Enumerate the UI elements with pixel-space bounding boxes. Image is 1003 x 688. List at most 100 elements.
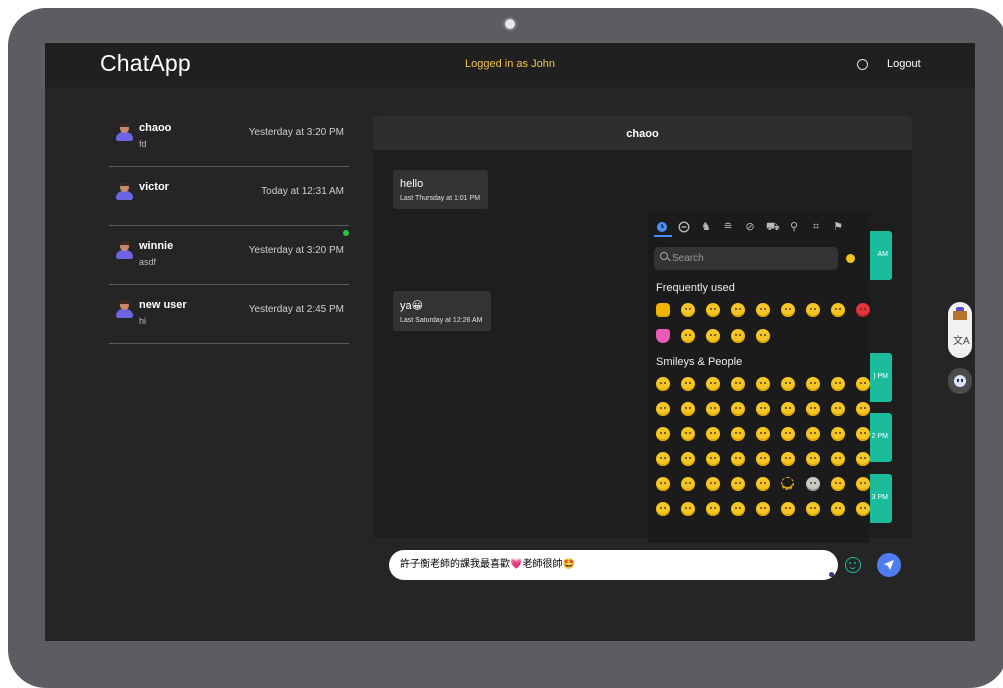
emoji[interactable] [781, 303, 795, 317]
message-text: hello [400, 178, 424, 190]
conversation-item-victor[interactable]: victor Today at 12:31 AM [109, 172, 349, 226]
emoji[interactable] [681, 477, 695, 491]
no-entry-emoji[interactable] [856, 303, 870, 317]
browser-extension-widgets: 文A [948, 302, 972, 394]
emoji[interactable] [706, 303, 720, 317]
emoji[interactable] [781, 427, 795, 441]
emoji[interactable] [731, 452, 745, 466]
emoji[interactable] [806, 502, 820, 516]
emoji[interactable] [706, 502, 720, 516]
symbols-icon[interactable]: ⌗ [810, 221, 822, 233]
emoji[interactable] [806, 402, 820, 416]
emoji[interactable] [731, 377, 745, 391]
emoji[interactable] [706, 377, 720, 391]
chat-bubble-icon[interactable] [857, 59, 868, 70]
emoji[interactable] [806, 452, 820, 466]
food-icon[interactable]: ≘ [722, 221, 734, 233]
emoji[interactable] [706, 477, 720, 491]
emoji[interactable] [856, 502, 870, 516]
emoji[interactable] [756, 502, 770, 516]
emoji[interactable] [756, 477, 770, 491]
emoji[interactable] [856, 377, 870, 391]
lightbulb-icon[interactable]: ⚲ [788, 221, 800, 233]
sent-message: 2 PM [868, 413, 892, 462]
logout-button[interactable]: Logout [887, 58, 921, 70]
emoji[interactable] [656, 427, 670, 441]
send-button[interactable] [877, 553, 901, 577]
emoji[interactable] [781, 377, 795, 391]
emoji[interactable] [831, 303, 845, 317]
emoji[interactable] [681, 402, 695, 416]
emoji[interactable] [806, 427, 820, 441]
emoji[interactable] [681, 427, 695, 441]
dotted-face-emoji[interactable] [781, 477, 794, 490]
emoji[interactable] [681, 303, 695, 317]
thumbs-up-emoji[interactable] [656, 303, 670, 317]
skin-tone-selector[interactable] [846, 254, 855, 263]
avatar [115, 182, 133, 201]
animal-icon[interactable]: ♞ [700, 221, 712, 233]
conversation-item-winnie[interactable]: winnie asdf Yesterday at 3:20 PM [109, 230, 349, 285]
emoji[interactable] [731, 329, 745, 343]
heart-emoji[interactable] [656, 329, 670, 343]
emoji[interactable] [831, 427, 845, 441]
flag-icon[interactable]: ⚑ [832, 221, 844, 233]
conversation-time: Yesterday at 2:45 PM [248, 304, 344, 315]
emoji[interactable] [831, 477, 845, 491]
emoji[interactable] [731, 303, 745, 317]
emoji[interactable] [856, 402, 870, 416]
message-input[interactable]: 許子衡老師的課我最喜歡💗老師很帥🤩 [389, 550, 838, 580]
emoji-category-tabs: ♞ ≘ ⊘ ⛟ ⚲ ⌗ ⚑ [656, 221, 866, 237]
emoji[interactable] [706, 402, 720, 416]
extension-pill: 文A [948, 302, 972, 358]
emoji[interactable] [656, 402, 670, 416]
emoji[interactable] [656, 452, 670, 466]
emoji[interactable] [756, 427, 770, 441]
emoji[interactable] [831, 377, 845, 391]
clock-icon[interactable] [656, 221, 668, 233]
assistant-widget[interactable] [948, 368, 972, 394]
emoji[interactable] [756, 329, 770, 343]
emoji[interactable] [781, 402, 795, 416]
emoji[interactable] [731, 477, 745, 491]
emoji-toggle-icon[interactable] [845, 557, 861, 573]
emoji[interactable] [781, 502, 795, 516]
emoji[interactable] [856, 427, 870, 441]
emoji[interactable] [781, 452, 795, 466]
emoji[interactable] [756, 303, 770, 317]
conversation-item-chaoo[interactable]: chaoo fd Yesterday at 3:20 PM [109, 113, 349, 167]
translate-icon[interactable]: 文A [953, 337, 970, 347]
conversation-item-new-user[interactable]: new user hi Yesterday at 2:45 PM [109, 290, 349, 344]
emoji[interactable] [681, 452, 695, 466]
emoji[interactable] [656, 477, 670, 491]
emoji[interactable] [681, 502, 695, 516]
emoji[interactable] [856, 452, 870, 466]
emoji[interactable] [806, 303, 820, 317]
emoji[interactable] [681, 377, 695, 391]
emoji[interactable] [806, 477, 820, 491]
emoji[interactable] [706, 427, 720, 441]
emoji[interactable] [731, 427, 745, 441]
emoji[interactable] [831, 402, 845, 416]
emoji-search-input[interactable]: Search [654, 247, 838, 270]
conversation-name: winnie [139, 240, 174, 252]
emoji[interactable] [756, 452, 770, 466]
emoji[interactable] [831, 502, 845, 516]
emoji[interactable] [806, 377, 820, 391]
emoji[interactable] [681, 329, 695, 343]
emoji[interactable] [706, 452, 720, 466]
sent-message: 3 PM [868, 474, 892, 523]
emoji[interactable] [756, 377, 770, 391]
emoji[interactable] [856, 477, 870, 491]
sport-icon[interactable]: ⊘ [744, 221, 756, 233]
emoji[interactable] [706, 329, 720, 343]
gift-icon[interactable] [953, 307, 967, 320]
emoji[interactable] [731, 402, 745, 416]
emoji[interactable] [731, 502, 745, 516]
emoji[interactable] [656, 377, 670, 391]
emoji[interactable] [656, 502, 670, 516]
emoji[interactable] [756, 402, 770, 416]
car-icon[interactable]: ⛟ [766, 221, 780, 233]
emoji[interactable] [831, 452, 845, 466]
smiley-icon[interactable] [678, 221, 690, 233]
